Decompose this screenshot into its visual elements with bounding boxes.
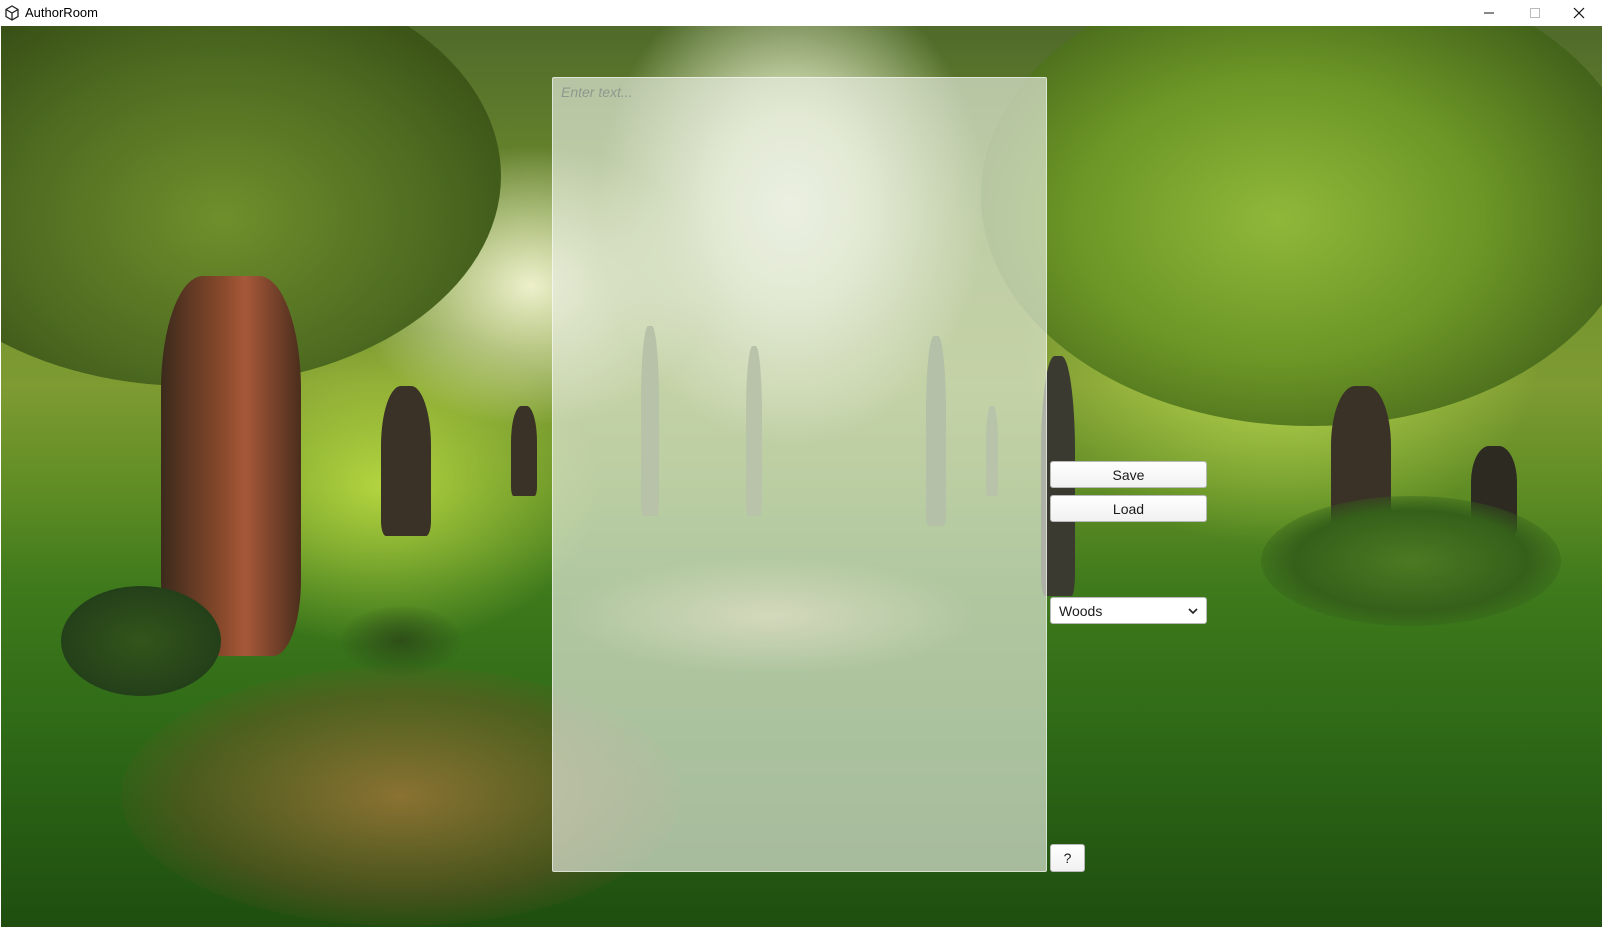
close-button[interactable]	[1556, 0, 1602, 26]
environment-select-value: Woods	[1059, 603, 1103, 619]
chevron-down-icon	[1188, 608, 1198, 615]
title-bar: AuthorRoom	[0, 0, 1602, 26]
close-icon	[1573, 7, 1585, 19]
minimize-button[interactable]	[1466, 0, 1512, 26]
maximize-icon	[1530, 8, 1540, 18]
window-title: AuthorRoom	[25, 5, 98, 20]
environment-select[interactable]: Woods	[1050, 597, 1207, 624]
unity-icon	[5, 5, 19, 21]
minimize-icon	[1484, 12, 1494, 14]
help-button[interactable]: ?	[1050, 844, 1085, 872]
load-button[interactable]: Load	[1050, 495, 1207, 522]
save-button[interactable]: Save	[1050, 461, 1207, 488]
editor-placeholder: Enter text...	[561, 84, 633, 100]
text-editor[interactable]: Enter text...	[552, 77, 1047, 872]
maximize-button[interactable]	[1512, 0, 1558, 26]
